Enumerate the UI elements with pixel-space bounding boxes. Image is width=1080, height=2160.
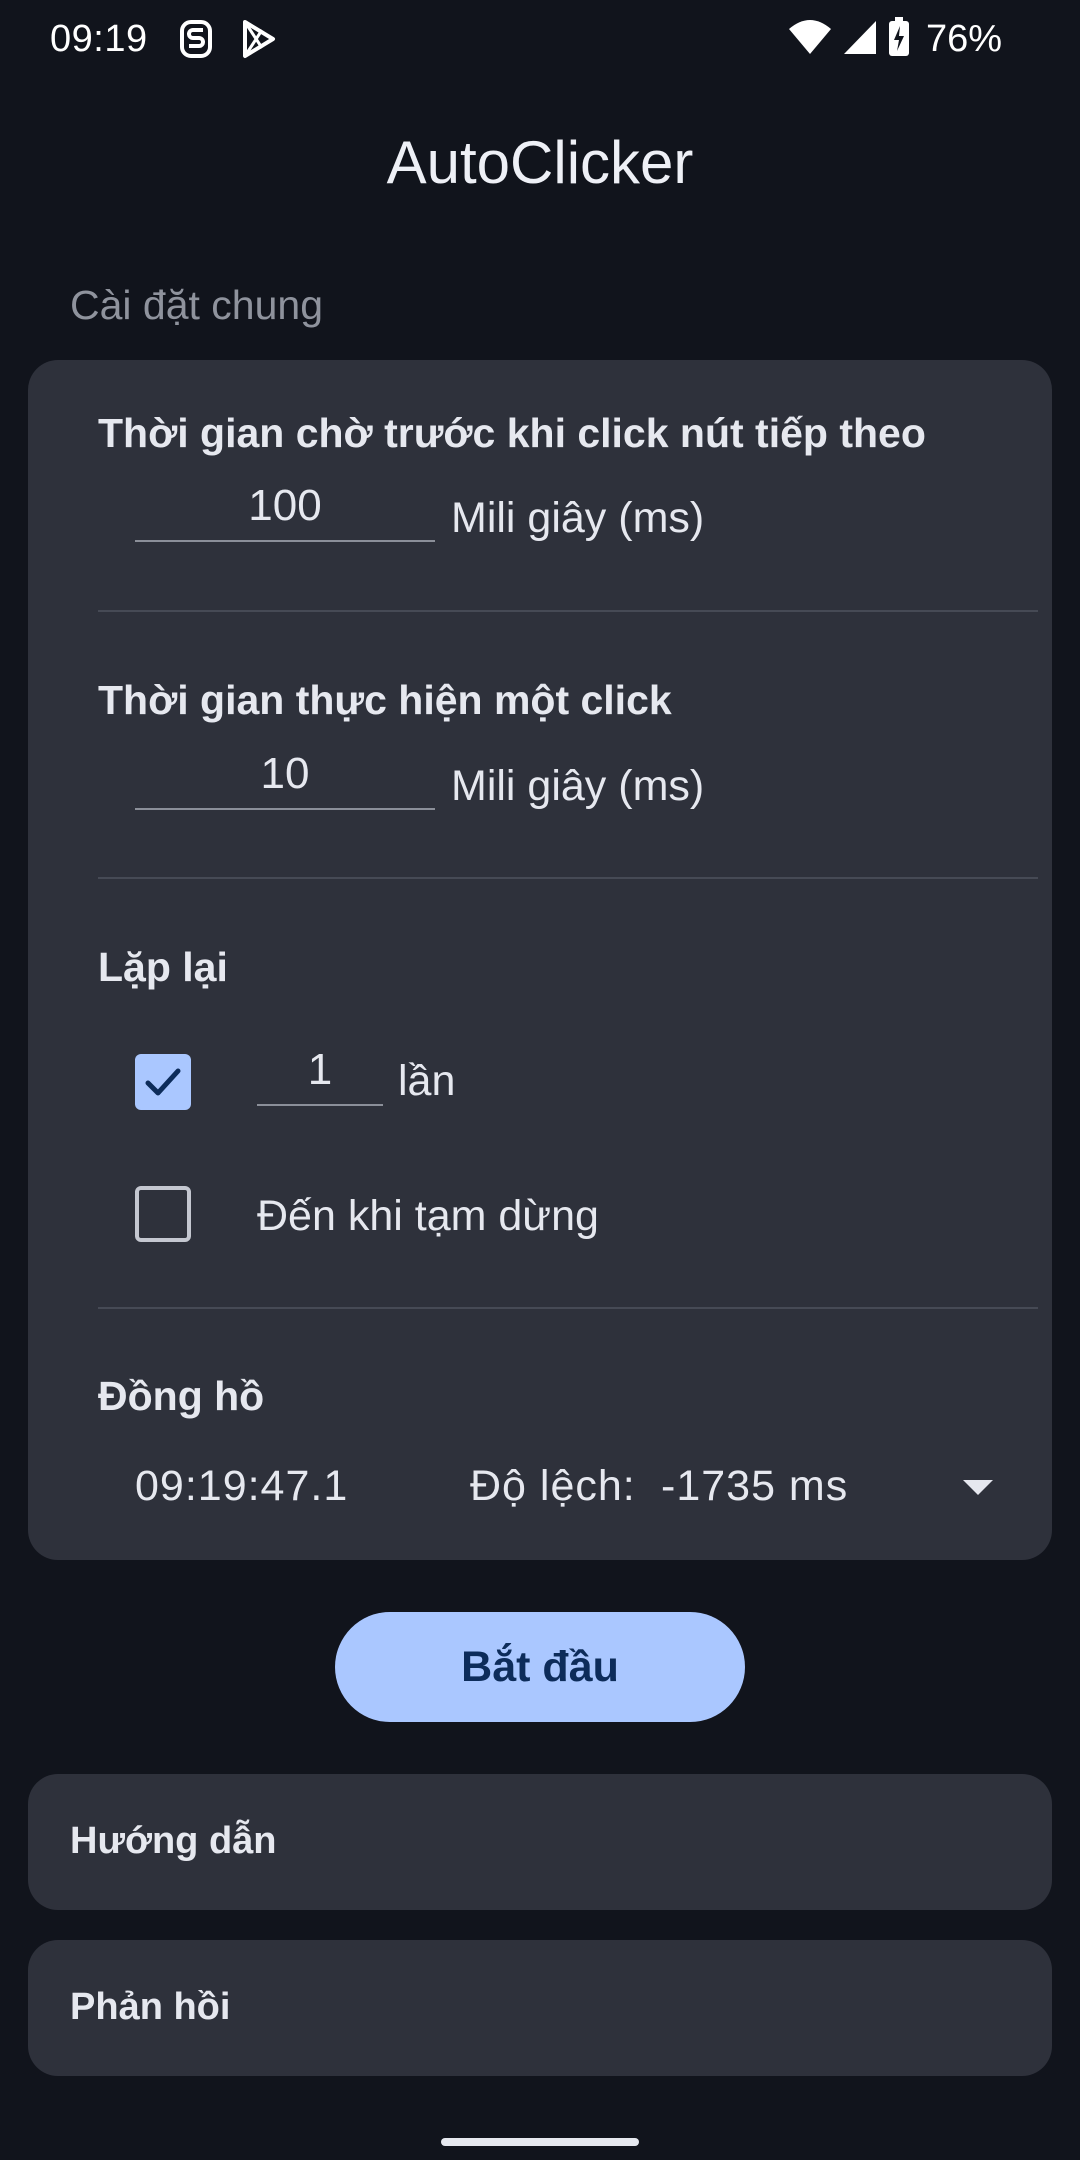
cell-signal-icon xyxy=(842,19,878,60)
chevron-down-icon[interactable] xyxy=(963,1480,993,1495)
tiktok-s-icon xyxy=(176,18,216,60)
until-pause-label: Đến khi tạm dừng xyxy=(257,1192,599,1240)
repeat-count-input[interactable]: 1 xyxy=(257,1042,383,1106)
status-bar: 09:19 76% xyxy=(0,0,1080,80)
page-title: AutoClicker xyxy=(386,129,694,196)
divider xyxy=(98,1307,1038,1309)
home-indicator[interactable] xyxy=(441,2138,639,2146)
battery-charging-icon xyxy=(888,16,910,62)
section-title-general: Cài đặt chung xyxy=(70,282,324,328)
settings-card: Thời gian chờ trước khi click nút tiếp t… xyxy=(28,360,1052,1560)
feedback-label: Phản hồi xyxy=(70,1986,231,2028)
duration-input[interactable]: 10 xyxy=(135,746,435,810)
check-icon xyxy=(145,1068,181,1096)
guide-button[interactable]: Hướng dẫn xyxy=(28,1774,1052,1910)
offset-label: Độ lệch: xyxy=(470,1462,636,1510)
wifi-icon xyxy=(788,19,832,60)
duration-label: Thời gian thực hiện một click xyxy=(98,677,672,723)
start-button[interactable]: Bắt đầu xyxy=(335,1612,745,1722)
repeat-unit: lần xyxy=(398,1057,456,1105)
until-pause-checkbox[interactable] xyxy=(135,1186,191,1242)
guide-label: Hướng dẫn xyxy=(70,1820,277,1862)
play-store-icon xyxy=(238,18,278,60)
repeat-times-checkbox[interactable] xyxy=(135,1054,191,1110)
screen: 09:19 76% AutoClicker Cài đặt chung Thời… xyxy=(0,0,1080,2160)
battery-percent: 76% xyxy=(925,17,1002,60)
offset-value: -1735 ms xyxy=(661,1462,849,1510)
status-right: 76% xyxy=(788,16,1002,62)
clock-label: Đồng hồ xyxy=(98,1373,265,1419)
divider xyxy=(98,877,1038,879)
duration-unit: Mili giây (ms) xyxy=(451,762,705,810)
delay-unit: Mili giây (ms) xyxy=(451,494,705,542)
feedback-button[interactable]: Phản hồi xyxy=(28,1940,1052,2076)
clock-time: 09:19:47.1 xyxy=(135,1462,349,1510)
divider xyxy=(98,610,1038,612)
delay-label: Thời gian chờ trước khi click nút tiếp t… xyxy=(98,410,926,456)
repeat-label: Lặp lại xyxy=(98,944,228,990)
status-time: 09:19 xyxy=(50,18,148,60)
delay-input[interactable]: 100 xyxy=(135,478,435,542)
